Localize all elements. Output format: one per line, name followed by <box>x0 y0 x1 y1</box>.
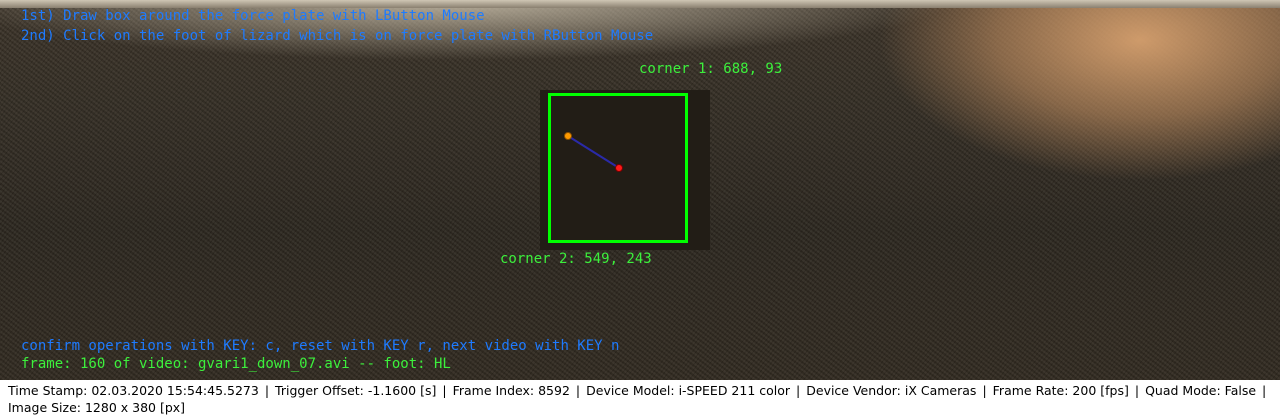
image-size: Image Size: 1280 x 380 [px] <box>8 400 186 415</box>
video-frame[interactable]: 1st) Draw box around the force plate wit… <box>0 0 1280 380</box>
status-line-2: Image Size: 1280 x 380 [px] <box>8 400 185 415</box>
corner-2-label: corner 2: 549, 243 <box>500 251 652 267</box>
trigger-offset: Trigger Offset: -1.1600 [s] <box>275 383 437 398</box>
foot-end-marker[interactable] <box>615 164 623 172</box>
instruction-draw-box: 1st) Draw box around the force plate wit… <box>21 8 485 24</box>
device-vendor: Device Vendor: iX Cameras <box>806 383 977 398</box>
frame-index: Frame Index: 8592 <box>452 383 570 398</box>
frame-info: frame: 160 of video: gvari1_down_07.avi … <box>21 356 451 372</box>
foot-marker-overlay <box>564 132 623 172</box>
quad-mode: Quad Mode: False <box>1145 383 1257 398</box>
time-stamp: Time Stamp: 02.03.2020 15:54:45.5273 <box>8 383 259 398</box>
device-model: Device Model: i-SPEED 211 color <box>586 383 791 398</box>
foot-start-marker[interactable] <box>564 132 572 140</box>
frame-rate: Frame Rate: 200 [fps] <box>992 383 1129 398</box>
key-instructions: confirm operations with KEY: c, reset wi… <box>21 338 620 354</box>
status-line-1: Time Stamp: 02.03.2020 15:54:45.5273 | Tri… <box>8 383 1267 398</box>
status-bar: Time Stamp: 02.03.2020 15:54:45.5273 | Tri… <box>0 380 1280 420</box>
corner-1-label: corner 1: 688, 93 <box>639 61 783 77</box>
foot-vector-line <box>567 135 620 169</box>
instruction-click-foot: 2nd) Click on the foot of lizard which i… <box>21 28 654 44</box>
